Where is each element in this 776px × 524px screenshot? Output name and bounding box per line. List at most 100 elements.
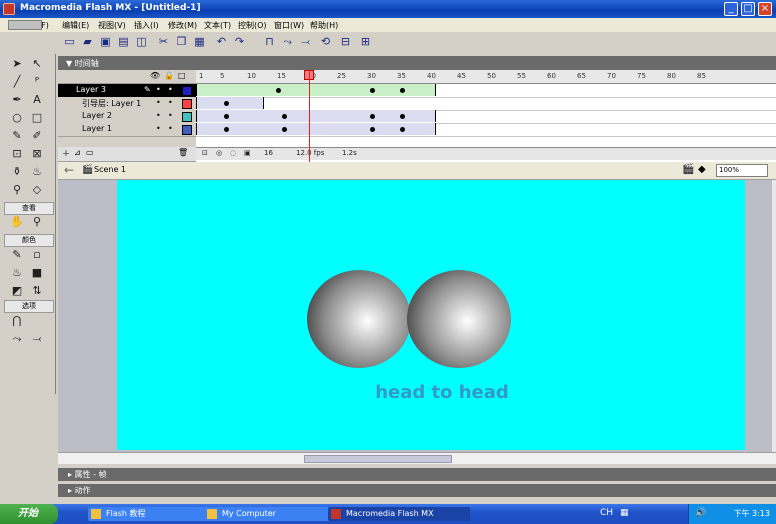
layer-color-swatch[interactable]	[182, 125, 192, 135]
hand-tool-icon[interactable]: ✋	[8, 214, 26, 230]
fill-swatch[interactable]: ■	[28, 265, 46, 281]
center-frame-icon[interactable]: ⊡	[202, 149, 208, 157]
eyedropper-tool-icon[interactable]: ⚲	[8, 182, 26, 198]
edit-symbol-icon[interactable]: ◆	[698, 164, 706, 175]
frame-row[interactable]	[196, 84, 776, 98]
input-method-icon[interactable]: ▦	[620, 508, 629, 518]
menu-insert[interactable]: 插入(I)	[134, 20, 159, 31]
layer-row[interactable]: Layer 1 • •	[58, 123, 196, 137]
paste-icon[interactable]: ▦	[192, 34, 207, 49]
scene-name[interactable]: Scene 1	[94, 165, 126, 174]
smooth-icon[interactable]: ⤳	[280, 34, 295, 49]
new-file-icon[interactable]: ▭	[62, 34, 77, 49]
menu-window[interactable]: 窗口(W)	[274, 20, 304, 31]
subselect-tool-icon[interactable]: ↖	[28, 56, 46, 72]
swap-colors-icon[interactable]: ⇅	[28, 283, 46, 299]
edit-scene-icon[interactable]: 🎬	[682, 164, 694, 175]
keyframe[interactable]	[400, 114, 405, 119]
snap-icon[interactable]: ⊓	[262, 34, 277, 49]
frame-row[interactable]	[196, 110, 776, 124]
menu-text[interactable]: 文本(T)	[204, 20, 231, 31]
rotate-icon[interactable]: ⟲	[318, 34, 333, 49]
save-icon[interactable]: ▣	[98, 34, 113, 49]
keyframe[interactable]	[370, 88, 375, 93]
lock-icon[interactable]: 🔒	[164, 71, 174, 80]
language-icon[interactable]: CH	[600, 508, 613, 518]
keyframe[interactable]	[282, 127, 287, 132]
default-colors-icon[interactable]: ◩	[8, 283, 26, 299]
actions-panel-header[interactable]: ▸ 动作	[58, 484, 776, 497]
open-folder-icon[interactable]: ▰	[80, 34, 95, 49]
arrow-tool-icon[interactable]: ➤	[8, 56, 26, 72]
keyframe[interactable]	[370, 114, 375, 119]
oval-tool-icon[interactable]: ○	[8, 110, 26, 126]
maximize-button[interactable]: □	[741, 2, 755, 16]
menu-help[interactable]: 帮助(H)	[310, 20, 338, 31]
redo-icon[interactable]: ↷	[232, 34, 247, 49]
visible-dot-icon[interactable]: •	[156, 85, 161, 94]
cut-icon[interactable]: ✂	[156, 34, 171, 49]
add-folder-icon[interactable]: ▭	[86, 148, 94, 157]
keyframe[interactable]	[224, 114, 229, 119]
delete-layer-icon[interactable]: 🗑	[178, 148, 188, 157]
line-tool-icon[interactable]: ╱	[8, 74, 26, 90]
add-layer-icon[interactable]: ＋	[62, 148, 70, 159]
snap-magnet-icon[interactable]: ⋂	[8, 313, 26, 329]
frame-ruler[interactable]: 1 5 10 15 20 25 30 35 40 45 50 55 60 65 …	[196, 70, 776, 84]
zoom-tool-icon[interactable]: ⚲	[28, 214, 46, 230]
free-transform-tool-icon[interactable]: ⊡	[8, 146, 26, 162]
frame-grid[interactable]: 1 5 10 15 20 25 30 35 40 45 50 55 60 65 …	[196, 70, 776, 162]
start-button[interactable]: 开始	[0, 504, 58, 524]
keyframe[interactable]	[282, 114, 287, 119]
fill-transform-tool-icon[interactable]: ⊠	[28, 146, 46, 162]
frame-row[interactable]	[196, 97, 776, 111]
volume-icon[interactable]: 🔊	[695, 508, 706, 518]
straighten-option-icon[interactable]: ⤙	[28, 331, 46, 347]
layer-color-swatch[interactable]	[182, 86, 192, 96]
frame-span[interactable]	[196, 97, 264, 109]
taskbar-item[interactable]: Flash 教程	[88, 507, 214, 521]
vertical-scrollbar[interactable]	[772, 180, 776, 456]
layer-row[interactable]: 引导层: Layer 1 • •	[58, 97, 196, 111]
onion-outline-icon[interactable]: ◌	[230, 149, 236, 157]
onion-skin-icon[interactable]: ◎	[216, 149, 222, 157]
ink-bottle-tool-icon[interactable]: ⚱	[8, 164, 26, 180]
scale-icon[interactable]: ⊟	[338, 34, 353, 49]
stage-text[interactable]: head to head	[337, 382, 547, 403]
print-icon[interactable]: ▤	[116, 34, 131, 49]
menu-view[interactable]: 视图(V)	[98, 20, 126, 31]
menu-edit[interactable]: 编辑(E)	[62, 20, 89, 31]
zoom-input[interactable]: 100%	[716, 164, 768, 177]
right-sphere[interactable]	[407, 270, 511, 368]
horizontal-scrollbar[interactable]	[58, 452, 776, 464]
smooth-option-icon[interactable]: ⤳	[8, 331, 26, 347]
lock-dot-icon[interactable]: •	[168, 111, 173, 120]
menu-modify[interactable]: 修改(M)	[168, 20, 197, 31]
pencil-tool-icon[interactable]: ✎	[8, 128, 26, 144]
text-tool-icon[interactable]: A	[28, 92, 46, 108]
frame-row[interactable]	[196, 123, 776, 137]
scrollbar-thumb[interactable]	[304, 455, 452, 463]
keyframe[interactable]	[370, 127, 375, 132]
layer-color-swatch[interactable]	[182, 99, 192, 109]
print-preview-icon[interactable]: ◫	[134, 34, 149, 49]
close-button[interactable]: ×	[758, 2, 772, 16]
brush-tool-icon[interactable]: ✐	[28, 128, 46, 144]
keyframe[interactable]	[224, 127, 229, 132]
lasso-tool-icon[interactable]: ᴾ	[28, 74, 46, 90]
lock-dot-icon[interactable]: •	[168, 124, 173, 133]
layer-row[interactable]: Layer 3 ✎ • •	[58, 84, 196, 98]
paint-bucket-tool-icon[interactable]: ♨	[28, 164, 46, 180]
stroke-color-icon[interactable]: ✎	[8, 247, 26, 263]
rectangle-tool-icon[interactable]: □	[28, 110, 46, 126]
taskbar-item-active[interactable]: Macromedia Flash MX	[328, 507, 470, 521]
add-guide-icon[interactable]: ⊿	[74, 148, 81, 157]
lock-dot-icon[interactable]: •	[168, 98, 173, 107]
edit-multiple-icon[interactable]: ▣	[244, 149, 251, 157]
eraser-tool-icon[interactable]: ◇	[28, 182, 46, 198]
keyframe[interactable]	[400, 127, 405, 132]
eye-icon[interactable]: 👁	[150, 71, 160, 80]
keyframe[interactable]	[276, 88, 281, 93]
visible-dot-icon[interactable]: •	[156, 98, 161, 107]
layer-row[interactable]: Layer 2 • •	[58, 110, 196, 124]
